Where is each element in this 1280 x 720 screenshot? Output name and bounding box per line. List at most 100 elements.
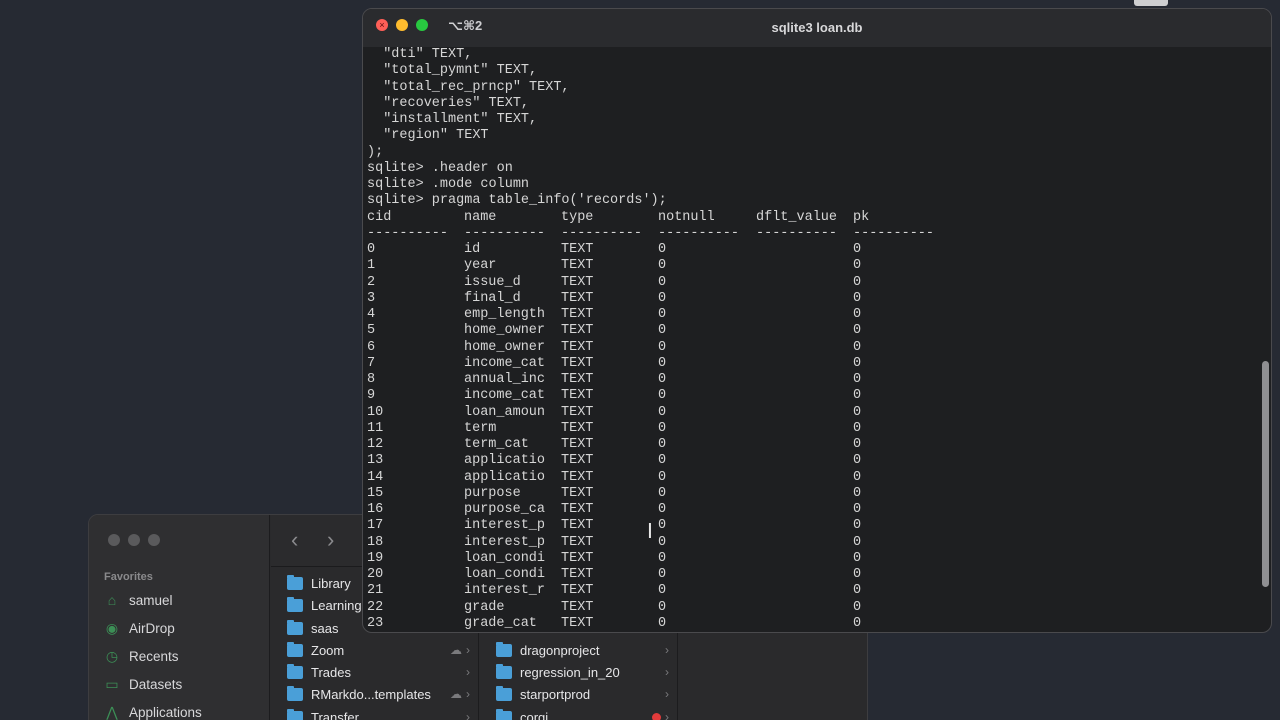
table-cell: TEXT [561,534,594,550]
table-row: 4 emp_length TEXT 0 0 [367,307,1257,323]
list-item[interactable]: Transfer › [287,707,470,720]
sidebar-item-label: Recents [129,648,179,664]
finder-close-button[interactable] [108,534,120,546]
terminal-line: "recoveries" TEXT, [367,95,530,111]
cloud-download-icon: ☁ [450,687,462,701]
table-row: 20 loan_condi TEXT 0 0 [367,567,1257,583]
window-title: sqlite3 loan.db [771,20,863,35]
table-cell: 0 [658,615,667,631]
list-item[interactable]: corgi › [496,707,669,720]
table-cell: 17 [367,518,384,534]
scrollbar-thumb[interactable] [1262,361,1269,587]
table-cell: TEXT [561,420,594,436]
table-cell: type [561,209,594,225]
table-row: 8 annual_inc TEXT 0 0 [367,372,1257,388]
table-cell: 0 [658,339,667,355]
table-cell: 14 [367,469,384,485]
sidebar-item-samuel[interactable]: ⌂ samuel [104,589,173,611]
table-cell: 0 [658,567,667,582]
table-cell: income_cat [464,388,546,404]
table-row: 5 home_owner TEXT 0 0 [367,323,1257,339]
table-cell: 0 [853,550,862,566]
table-cell: 0 [658,502,667,517]
folder-icon [496,685,512,701]
table-cell: cid [367,209,392,225]
table-cell: 8 [367,372,376,387]
table-cell: 0 [658,534,667,550]
sidebar-item-recents[interactable]: ◷ Recents [104,645,179,667]
table-cell: purpose [464,485,521,501]
table-row: 3 final_d TEXT 0 0 [367,291,1257,307]
table-row: 22 grade TEXT 0 0 [367,600,1257,616]
table-cell: 16 [367,502,384,517]
list-item[interactable]: RMarkdo...templates ☁ › [287,684,470,704]
table-cell: 0 [658,469,667,485]
table-row: 14 applicatio TEXT 0 0 [367,470,1257,486]
table-cell: 2 [367,274,376,290]
sidebar-item-applications[interactable]: ⋀ Applications [104,701,202,720]
finder-sidebar: Favorites ⌂ samuel ◉ AirDrop ◷ Recents ▭… [89,515,270,720]
table-cell: issue_d [464,274,521,290]
table-cell: notnull [658,209,715,225]
table-row: 12 term_cat TEXT 0 0 [367,437,1257,453]
table-row: 0 id TEXT 0 0 [367,242,1257,258]
table-cell: 0 [853,420,862,436]
table-cell: 20 [367,567,384,582]
table-cell: 0 [853,274,862,290]
table-cell: 0 [658,307,667,322]
table-cell: 12 [367,437,384,452]
table-cell: 0 [658,518,667,534]
back-arrow-icon[interactable]: ‹ [291,527,298,553]
table-cell: 0 [658,599,667,615]
table-cell: 0 [853,339,862,355]
finder-minimize-button[interactable] [128,534,140,546]
list-item[interactable]: Zoom ☁ › [287,640,470,660]
table-cell: ---------- [658,225,740,241]
table-cell: TEXT [561,355,594,371]
folder-icon [287,596,303,612]
table-cell: 15 [367,485,384,501]
table-cell: 0 [853,388,862,404]
table-cell: 0 [658,290,667,306]
folder-icon [496,663,512,679]
table-cell: ---------- [367,225,449,241]
sidebar-item-airdrop[interactable]: ◉ AirDrop [104,617,175,639]
table-cell: year [464,258,497,274]
table-row: 6 home_owner TEXT 0 0 [367,340,1257,356]
terminal-line: ); [367,144,384,160]
sidebar-item-label: AirDrop [129,620,175,636]
folder-icon [287,619,303,635]
forward-arrow-icon[interactable]: › [327,527,334,553]
finder-window-controls [108,534,160,546]
list-item[interactable]: Trades › [287,662,470,682]
table-cell: 0 [658,372,667,387]
finder-zoom-button[interactable] [148,534,160,546]
table-cell: 0 [658,323,667,339]
table-cell: TEXT [561,323,594,339]
table-cell: 0 [853,469,862,485]
list-item[interactable]: dragonproject › [496,640,669,660]
table-cell: 13 [367,453,384,469]
terminal-window[interactable]: × ⌥⌘2 sqlite3 loan.db "dti" TEXT, "total… [362,8,1272,633]
table-cell: 0 [853,485,862,501]
table-cell: ---------- [853,225,935,241]
table-row: 2 issue_d TEXT 0 0 [367,275,1257,291]
terminal-output[interactable]: "dti" TEXT, "total_pymnt" TEXT, "total_r… [367,47,1257,632]
folder-icon [287,641,303,657]
table-cell: 18 [367,534,384,550]
table-cell: 11 [367,420,384,436]
table-cell: final_d [464,290,521,306]
table-cell: TEXT [561,469,594,485]
table-cell: 0 [853,453,862,469]
table-cell: 0 [658,437,667,452]
table-cell: 19 [367,550,384,566]
sidebar-item-datasets[interactable]: ▭ Datasets [104,673,182,695]
table-row: 21 interest_r TEXT 0 0 [367,583,1257,599]
list-item[interactable]: regression_in_20 › [496,662,669,682]
folder-icon [287,574,303,590]
table-cell: 7 [367,355,376,371]
folder-icon [287,685,303,701]
table-cell: income_cat [464,355,546,371]
terminal-titlebar[interactable]: × ⌥⌘2 sqlite3 loan.db [363,9,1271,47]
list-item[interactable]: starportprod › [496,684,669,704]
